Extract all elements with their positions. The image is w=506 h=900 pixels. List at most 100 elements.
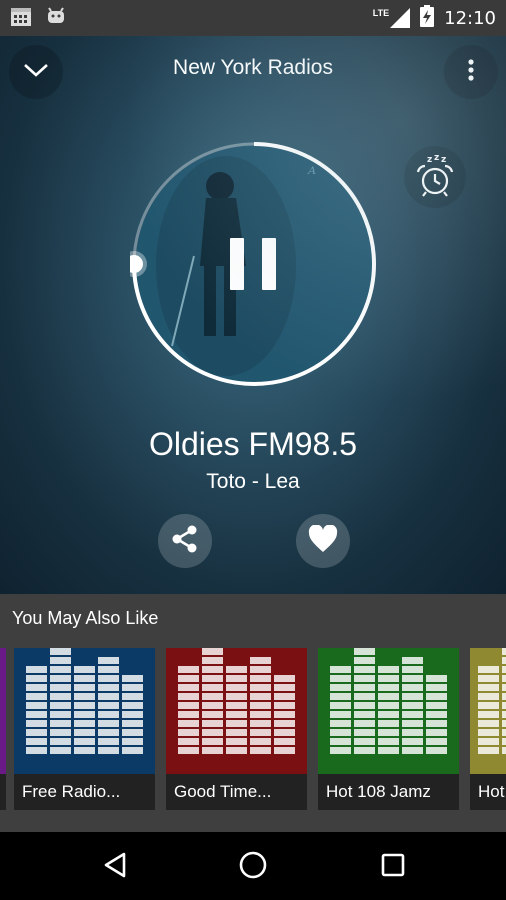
equalizer-cell [426, 747, 447, 754]
equalizer-cell [426, 684, 447, 691]
equalizer-cell [250, 675, 271, 682]
equalizer-cell [274, 720, 295, 727]
equalizer-bar [26, 666, 47, 754]
battery-charging-icon [420, 4, 435, 32]
equalizer-cell [330, 738, 351, 745]
equalizer-cell [250, 720, 271, 727]
equalizer-cell [502, 648, 506, 655]
pause-button[interactable] [230, 238, 276, 290]
equalizer-cell [402, 684, 423, 691]
equalizer-cell [98, 702, 119, 709]
equalizer-cell [502, 720, 506, 727]
favorite-button[interactable] [296, 514, 350, 568]
equalizer-cell [502, 711, 506, 718]
equalizer-cell [202, 738, 223, 745]
home-button[interactable] [236, 850, 270, 884]
equalizer-cell [274, 747, 295, 754]
equalizer-cell [426, 729, 447, 736]
equalizer-cell [378, 711, 399, 718]
equalizer-bar [402, 657, 423, 754]
equalizer-cell [378, 702, 399, 709]
equalizer-cell [74, 711, 95, 718]
equalizer-cell [202, 657, 223, 664]
equalizer-cell [122, 693, 143, 700]
equalizer-cell [330, 684, 351, 691]
equalizer-cell [402, 675, 423, 682]
equalizer-cell [178, 702, 199, 709]
equalizer-cell [478, 675, 499, 682]
equalizer-bar [226, 666, 247, 754]
equalizer-cell [354, 738, 375, 745]
heart-icon [308, 523, 338, 558]
equalizer-cell [354, 675, 375, 682]
equalizer-cell [354, 729, 375, 736]
equalizer-cell [402, 657, 423, 664]
equalizer-cell [98, 675, 119, 682]
back-triangle-icon [102, 851, 128, 884]
equalizer-cell [178, 747, 199, 754]
equalizer-cell [426, 702, 447, 709]
equalizer-cell [74, 675, 95, 682]
equalizer-cell [378, 747, 399, 754]
equalizer-cell [26, 738, 47, 745]
equalizer-cell [274, 693, 295, 700]
equalizer-cell [74, 666, 95, 673]
equalizer-cell [354, 648, 375, 655]
station-card-partial[interactable] [0, 648, 6, 810]
equalizer-cell [74, 738, 95, 745]
recents-square-icon [380, 852, 406, 883]
equalizer-cell [354, 720, 375, 727]
svg-text:z: z [441, 155, 446, 165]
equalizer-cell [402, 720, 423, 727]
svg-text:z: z [427, 155, 432, 165]
equalizer-cell [226, 711, 247, 718]
station-card-label [0, 774, 6, 810]
equalizer-cell [330, 666, 351, 673]
equalizer-icon [14, 648, 155, 774]
more-options-button[interactable] [444, 45, 498, 99]
recommendations-section: You May Also Like Free Radio... Good Tim… [0, 594, 506, 832]
equalizer-cell [502, 666, 506, 673]
station-card[interactable]: Free Radio... [14, 648, 155, 810]
equalizer-cell [402, 711, 423, 718]
share-button[interactable] [158, 514, 212, 568]
equalizer-cell [50, 648, 71, 655]
page-title: New York Radios [173, 56, 333, 79]
equalizer-cell [226, 738, 247, 745]
station-card[interactable]: Hot [470, 648, 506, 810]
equalizer-cell [330, 702, 351, 709]
equalizer-cell [50, 693, 71, 700]
station-card[interactable]: Good Time... [166, 648, 307, 810]
equalizer-cell [50, 747, 71, 754]
equalizer-cell [478, 666, 499, 673]
toolbar: New York Radios [0, 36, 506, 106]
equalizer-cell [122, 684, 143, 691]
equalizer-cell [202, 675, 223, 682]
equalizer-cell [226, 684, 247, 691]
equalizer-cell [98, 657, 119, 664]
equalizer-cell [74, 747, 95, 754]
equalizer-cell [226, 666, 247, 673]
equalizer-cell [250, 729, 271, 736]
station-card-art [0, 648, 6, 774]
equalizer-cell [250, 666, 271, 673]
recents-button[interactable] [376, 850, 410, 884]
equalizer-cell [378, 693, 399, 700]
equalizer-cell [122, 747, 143, 754]
equalizer-cell [74, 702, 95, 709]
equalizer-cell [274, 711, 295, 718]
equalizer-bar [122, 675, 143, 754]
equalizer-cell [178, 729, 199, 736]
equalizer-cell [330, 675, 351, 682]
sleep-timer-button[interactable]: z z z [404, 146, 466, 208]
equalizer-cell [122, 738, 143, 745]
back-button[interactable] [98, 850, 132, 884]
station-card[interactable]: Hot 108 Jamz [318, 648, 459, 810]
equalizer-cell [26, 684, 47, 691]
equalizer-cell [378, 738, 399, 745]
equalizer-cell [202, 720, 223, 727]
equalizer-cell [226, 675, 247, 682]
equalizer-cell [330, 711, 351, 718]
equalizer-cell [26, 720, 47, 727]
equalizer-cell [178, 738, 199, 745]
